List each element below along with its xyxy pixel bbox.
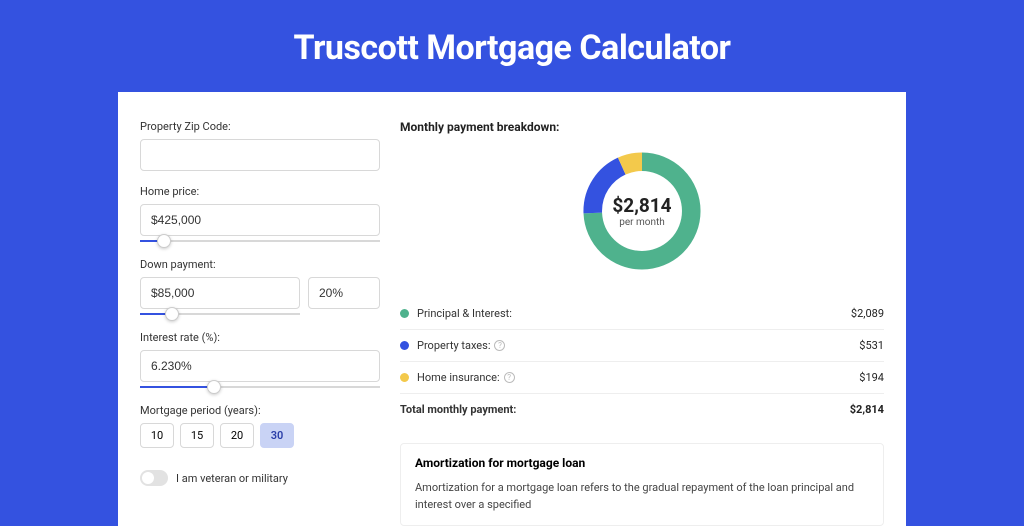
breakdown-heading: Monthly payment breakdown:	[400, 120, 884, 134]
veteran-label: I am veteran or military	[176, 472, 288, 485]
legend-row: Property taxes:? $531	[400, 330, 884, 362]
donut-chart-wrap: $2,814 per month	[400, 146, 884, 276]
period-label: Mortgage period (years):	[140, 404, 380, 417]
down-percent-input[interactable]	[308, 277, 380, 309]
results-column: Monthly payment breakdown: $2,814 per mo…	[400, 120, 884, 526]
period-option-20[interactable]: 20	[220, 423, 254, 448]
amortization-box: Amortization for mortgage loan Amortizat…	[400, 443, 884, 526]
price-label: Home price:	[140, 185, 380, 198]
period-option-10[interactable]: 10	[140, 423, 174, 448]
zip-field-group: Property Zip Code:	[140, 120, 380, 171]
amortization-heading: Amortization for mortgage loan	[415, 456, 869, 470]
price-input[interactable]	[140, 204, 380, 236]
rate-slider-fill	[140, 386, 214, 388]
period-option-15[interactable]: 15	[180, 423, 214, 448]
price-slider-track	[140, 240, 380, 242]
calculator-card: Property Zip Code: Home price: Down paym…	[118, 92, 906, 526]
page-title: Truscott Mortgage Calculator	[0, 0, 1024, 92]
down-amount-input[interactable]	[140, 277, 300, 309]
total-row: Total monthly payment: $2,814	[400, 394, 884, 425]
legend-dot-icon	[400, 373, 409, 382]
total-value: $2,814	[850, 403, 884, 416]
legend-value: $531	[859, 339, 884, 352]
legend-dot-icon	[400, 341, 409, 350]
down-slider-thumb[interactable]	[165, 307, 179, 321]
info-icon[interactable]: ?	[494, 340, 505, 351]
period-field-group: Mortgage period (years): 10152030	[140, 404, 380, 448]
legend-row: Home insurance:? $194	[400, 362, 884, 394]
legend-value: $2,089	[851, 307, 884, 320]
zip-label: Property Zip Code:	[140, 120, 380, 133]
rate-input[interactable]	[140, 350, 380, 382]
period-option-30[interactable]: 30	[260, 423, 294, 448]
info-icon[interactable]: ?	[504, 372, 515, 383]
donut-amount: $2,814	[612, 194, 671, 217]
price-field-group: Home price:	[140, 185, 380, 236]
rate-slider-thumb[interactable]	[207, 380, 221, 394]
rate-label: Interest rate (%):	[140, 331, 380, 344]
price-slider-thumb[interactable]	[157, 234, 171, 248]
donut-center: $2,814 per month	[577, 146, 707, 276]
legend-dot-icon	[400, 309, 409, 318]
total-label: Total monthly payment:	[400, 403, 516, 416]
legend-value: $194	[859, 371, 884, 384]
legend-label: Principal & Interest:	[417, 307, 512, 320]
legend: Principal & Interest: $2,089 Property taxe…	[400, 298, 884, 394]
donut-chart: $2,814 per month	[577, 146, 707, 276]
veteran-toggle[interactable]	[140, 470, 168, 486]
legend-label: Property taxes:	[417, 339, 490, 352]
veteran-toggle-row: I am veteran or military	[140, 470, 380, 486]
down-label: Down payment:	[140, 258, 380, 271]
rate-field-group: Interest rate (%):	[140, 331, 380, 382]
zip-input[interactable]	[140, 139, 380, 171]
legend-label: Home insurance:	[417, 371, 500, 384]
inputs-column: Property Zip Code: Home price: Down paym…	[140, 120, 380, 526]
down-field-group: Down payment:	[140, 258, 380, 309]
donut-per-month-label: per month	[619, 217, 665, 228]
legend-row: Principal & Interest: $2,089	[400, 298, 884, 330]
amortization-text: Amortization for a mortgage loan refers …	[415, 480, 869, 513]
period-options: 10152030	[140, 423, 380, 448]
